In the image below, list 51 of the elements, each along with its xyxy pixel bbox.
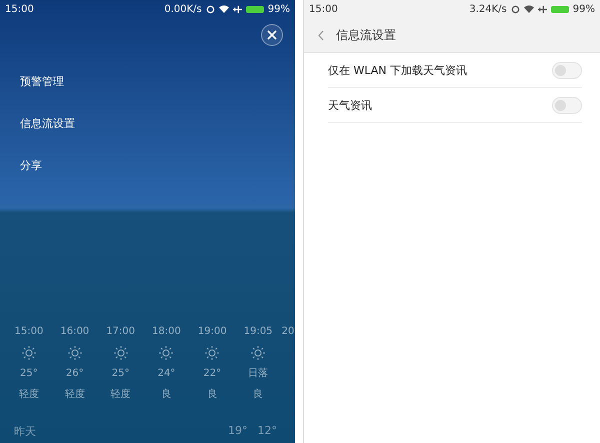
air-quality: 良 [207, 388, 218, 402]
hour-label: 20 [282, 325, 294, 339]
air-quality: 良 [161, 388, 172, 402]
airplane-icon [538, 4, 547, 14]
hour-label: 19:05 [244, 325, 273, 339]
network-speed: 3.24K/s [469, 4, 507, 14]
low-temperature: 12° [258, 424, 277, 439]
temperature: 25° [112, 367, 130, 381]
battery-percent: 99% [572, 4, 595, 14]
close-icon [267, 30, 277, 40]
air-quality: 轻度 [64, 388, 85, 402]
battery-icon [246, 6, 264, 12]
sun-icon [22, 346, 36, 360]
temperature: 22° [203, 367, 222, 381]
temperature: 25° [20, 367, 38, 381]
menu-item[interactable]: 预警管理 [0, 60, 295, 102]
air-quality: 良 [253, 388, 264, 402]
hour-label: 18:00 [152, 325, 181, 339]
toggle-switch[interactable] [552, 96, 582, 114]
temperature: 24° [158, 367, 176, 381]
hour-label: 19:00 [198, 325, 227, 339]
hour-label: 15:00 [14, 325, 44, 339]
air-quality: 轻度 [18, 388, 39, 402]
battery-icon [550, 6, 569, 12]
airplane-icon [232, 4, 242, 14]
status-time: 15:00 [5, 4, 34, 14]
close-button[interactable] [261, 24, 283, 46]
sun-icon [205, 346, 220, 360]
status-time: 15:00 [309, 4, 338, 14]
back-icon[interactable] [318, 30, 324, 40]
sun-icon [251, 346, 266, 360]
menu-item[interactable]: 分享 [0, 144, 295, 186]
wifi-icon [218, 5, 229, 13]
temperature: 日落 [248, 367, 268, 381]
page-title: 信息流设置 [336, 26, 396, 44]
battery-percent: 99% [268, 4, 290, 14]
setting-label: 仅在 WLAN 下加载天气资讯 [328, 62, 468, 78]
toggle-switch[interactable] [552, 62, 582, 78]
network-speed: 0.00K/s [164, 4, 202, 14]
menu-item[interactable]: 信息流设置 [0, 102, 295, 144]
hour-label: 17:00 [106, 325, 136, 339]
sun-icon [159, 346, 174, 360]
high-temperature: 19° [228, 424, 248, 439]
temperature: 26° [66, 367, 84, 381]
sun-icon [68, 346, 82, 360]
air-quality: 轻度 [110, 388, 131, 402]
sun-icon [114, 346, 128, 360]
wifi-icon [524, 5, 534, 13]
day-label: 昨天 [14, 424, 36, 439]
hour-label: 16:00 [60, 325, 90, 339]
setting-label: 天气资讯 [328, 98, 372, 112]
